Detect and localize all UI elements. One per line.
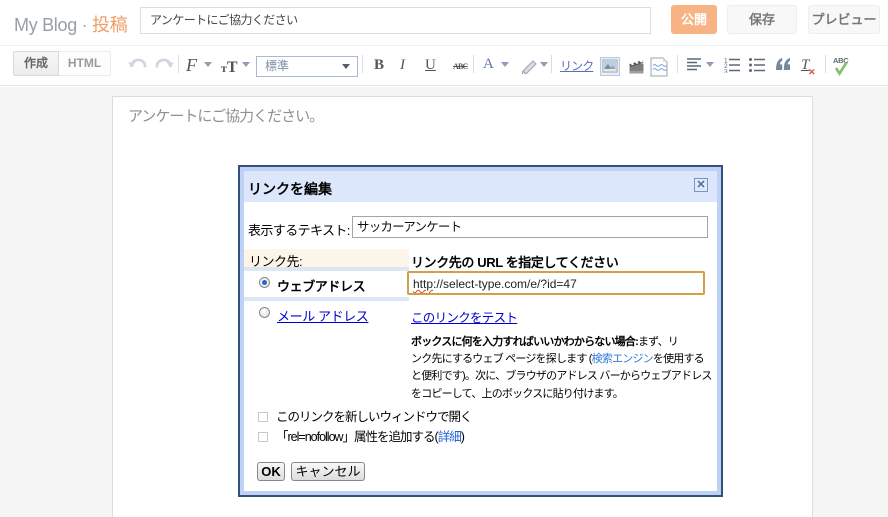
svg-text:3: 3 xyxy=(724,69,728,74)
